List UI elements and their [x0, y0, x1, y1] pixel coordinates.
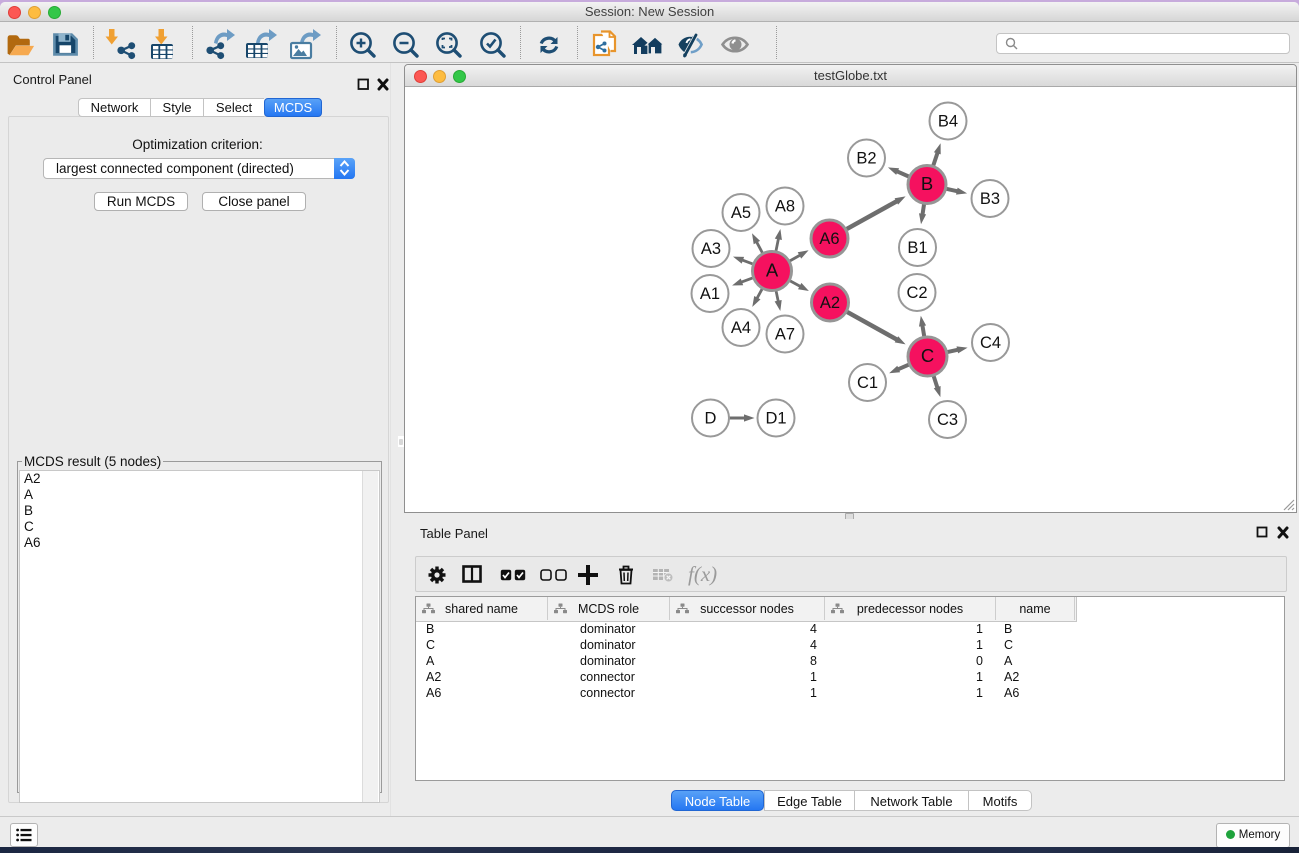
- svg-text:C: C: [921, 345, 934, 366]
- svg-text:B2: B2: [856, 150, 876, 168]
- svg-text:A8: A8: [775, 198, 795, 216]
- svg-text:A4: A4: [731, 319, 751, 337]
- svg-text:C4: C4: [980, 334, 1001, 352]
- svg-text:B: B: [921, 173, 933, 194]
- svg-text:B1: B1: [907, 239, 927, 257]
- svg-text:A: A: [766, 260, 779, 281]
- svg-text:A1: A1: [700, 285, 720, 303]
- svg-text:f(x): f(x): [688, 564, 717, 586]
- svg-text:A6: A6: [819, 230, 839, 248]
- svg-text:D: D: [705, 410, 717, 428]
- svg-text:C1: C1: [857, 374, 878, 392]
- svg-text:C3: C3: [937, 411, 958, 429]
- svg-text:A5: A5: [731, 204, 751, 222]
- svg-text:C2: C2: [906, 284, 927, 302]
- svg-text:B3: B3: [980, 190, 1000, 208]
- svg-text:A7: A7: [775, 326, 795, 344]
- svg-text:A2: A2: [820, 294, 840, 312]
- svg-text:B4: B4: [938, 113, 958, 131]
- svg-text:D1: D1: [765, 410, 786, 428]
- svg-text:A3: A3: [701, 240, 721, 258]
